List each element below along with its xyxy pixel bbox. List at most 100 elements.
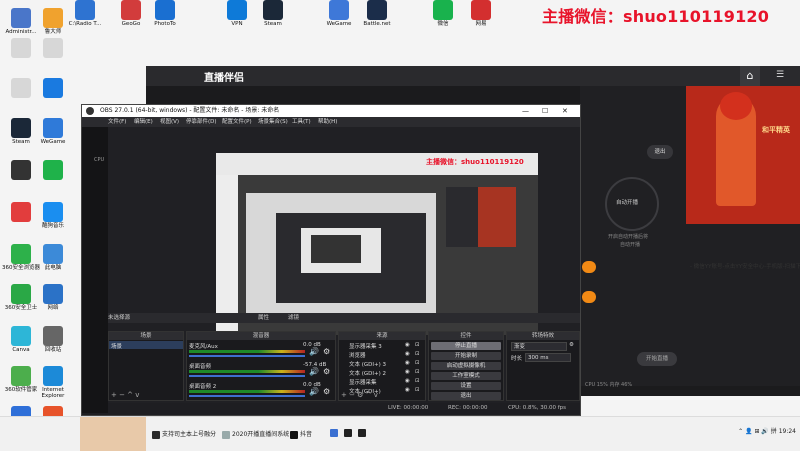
control-button[interactable]: 设置 [431, 382, 501, 390]
taskbar-item[interactable] [358, 429, 368, 437]
close-icon[interactable]: ✕ [562, 105, 568, 117]
gear-icon[interactable]: ⚙ [323, 367, 330, 376]
scene-item[interactable]: 场景 [111, 342, 122, 350]
desktop-icon[interactable]: Steam [254, 0, 292, 27]
taskbar-item[interactable]: 2020开播直播间系统 [222, 429, 289, 439]
desktop-icon[interactable]: 微信 [424, 0, 462, 27]
speaker-icon[interactable]: 🔊 [309, 387, 319, 396]
scene-controls[interactable]: + − ^ v [111, 391, 139, 399]
system-tray[interactable]: ⌃ 👤 ⊞ 🔊 拼 19:24 [738, 426, 796, 435]
desktop-icon[interactable] [34, 38, 72, 59]
taskbar-item[interactable]: 支持司主本上号融分 [152, 429, 216, 439]
desktop-icon[interactable]: 网易 [462, 0, 500, 27]
menu-item[interactable]: 视图(V) [160, 117, 179, 127]
auto-open-label: 自动开播 [616, 200, 639, 206]
home-icon[interactable]: ⌂ [740, 66, 760, 86]
toggle-icon[interactable] [582, 261, 596, 273]
desktop-icon[interactable]: GeoGo [112, 0, 150, 27]
toggle-icon[interactable] [582, 291, 596, 303]
gear-icon[interactable]: ⚙ [323, 387, 330, 396]
lock-icon[interactable]: ⊡ [415, 360, 420, 366]
app-icon [43, 244, 63, 264]
maximize-icon[interactable]: ☐ [542, 105, 548, 117]
visibility-icon[interactable]: ◉ [405, 351, 410, 357]
taskbar-preview-thumbnail[interactable] [80, 417, 146, 451]
desktop-icon[interactable]: WeGame [320, 0, 358, 27]
desktop-icon[interactable]: 此电脑 [34, 244, 72, 271]
lock-icon[interactable]: ⊡ [415, 342, 420, 348]
game-ad-banner[interactable]: 和平精英 [686, 86, 800, 224]
go-live-button[interactable]: 开始直播 [637, 352, 677, 366]
menu-item[interactable]: 文件(F) [108, 117, 126, 127]
audio-meter [189, 390, 305, 393]
desktop-icon[interactable]: 网络 [34, 284, 72, 311]
properties-button[interactable]: 属性 [258, 313, 269, 323]
desktop-icon[interactable]: VPN [218, 0, 256, 27]
source-item[interactable]: 浏览器 [349, 351, 366, 359]
desktop-icon-label: 回收站 [44, 347, 62, 353]
scenes-dock-title: 场景 [109, 332, 183, 340]
source-item[interactable]: 文本 (GDI+) 2 [349, 369, 386, 377]
menu-item[interactable]: 停靠部件(D) [186, 117, 217, 127]
desktop-icon[interactable]: 回收站 [34, 326, 72, 353]
source-controls[interactable]: + − ⚙ ^ v [341, 391, 378, 399]
filters-button[interactable]: 滤镜 [288, 313, 299, 323]
gear-icon[interactable]: ⚙ [323, 347, 330, 356]
app-icon [433, 0, 453, 20]
visibility-icon[interactable]: ◉ [405, 360, 410, 366]
desktop-icon[interactable]: 酷狗音乐 [34, 202, 72, 229]
desktop-icon[interactable]: C:\Radio T... [66, 0, 104, 27]
volume-slider[interactable] [189, 395, 305, 397]
control-button[interactable]: 开始录制 [431, 352, 501, 360]
menu-item[interactable]: 编辑(E) [134, 117, 153, 127]
desktop-icon[interactable]: WeGame [34, 118, 72, 145]
menu-item[interactable]: 场景集合(S) [258, 117, 288, 127]
visibility-icon[interactable]: ◉ [405, 387, 410, 393]
user-icon[interactable]: ☰ [776, 70, 784, 80]
lock-icon[interactable]: ⊡ [415, 351, 420, 357]
source-item[interactable]: 显示器采集 3 [349, 342, 382, 350]
lock-icon[interactable]: ⊡ [415, 378, 420, 384]
menu-item[interactable]: 帮助(H) [318, 117, 337, 127]
lock-icon[interactable]: ⊡ [415, 369, 420, 375]
taskbar-item[interactable] [344, 429, 354, 437]
taskbar-item[interactable] [330, 429, 340, 437]
control-button[interactable]: 工作室模式 [431, 372, 501, 380]
desktop-icon-label: 酷狗音乐 [41, 223, 64, 229]
taskbar-app-icon [330, 429, 338, 437]
control-button[interactable]: 启动虚拟摄像机 [431, 362, 501, 370]
volume-slider[interactable] [189, 355, 305, 357]
menu-item[interactable]: 配置文件(P) [222, 117, 252, 127]
source-item[interactable]: 显示器采集 [349, 378, 377, 386]
speaker-icon[interactable]: 🔊 [309, 367, 319, 376]
desktop-icon-label: 网络 [47, 305, 59, 311]
desktop-icon[interactable] [34, 78, 72, 99]
app-icon [43, 118, 63, 138]
app-icon [11, 160, 31, 180]
app-icon [367, 0, 387, 20]
preview-canvas[interactable]: 主播微信：shuo110119120 [216, 153, 538, 335]
desktop-icon[interactable]: Battle.net [358, 0, 396, 27]
duration-input[interactable]: 300 ms [525, 353, 571, 362]
source-item[interactable]: 文本 (GDI+) 3 [349, 360, 386, 368]
visibility-icon[interactable]: ◉ [405, 369, 410, 375]
desktop-icon[interactable]: Internet Explorer [34, 366, 72, 399]
visibility-icon[interactable]: ◉ [405, 342, 410, 348]
minimize-icon[interactable]: — [522, 105, 529, 117]
exit-button[interactable]: 退出 [647, 145, 673, 159]
desktop-icon-label: PhotoTo [154, 21, 176, 27]
visibility-icon[interactable]: ◉ [405, 378, 410, 384]
desktop-icon[interactable] [34, 160, 72, 181]
control-button[interactable]: 停止直播 [431, 342, 501, 350]
transition-select[interactable]: 渐变 [511, 342, 567, 351]
app-icon [43, 78, 63, 98]
transition-settings-icon[interactable]: ⚙ [569, 342, 574, 348]
speaker-icon[interactable]: 🔊 [309, 347, 319, 356]
taskbar-app-icon [290, 430, 298, 439]
menu-item[interactable]: 工具(T) [292, 117, 311, 127]
lock-icon[interactable]: ⊡ [415, 387, 420, 393]
taskbar-item[interactable]: 抖音 [290, 429, 312, 439]
volume-slider[interactable] [189, 375, 305, 377]
desktop-icon[interactable]: PhotoTo [146, 0, 184, 27]
control-button[interactable]: 退出 [431, 392, 501, 400]
